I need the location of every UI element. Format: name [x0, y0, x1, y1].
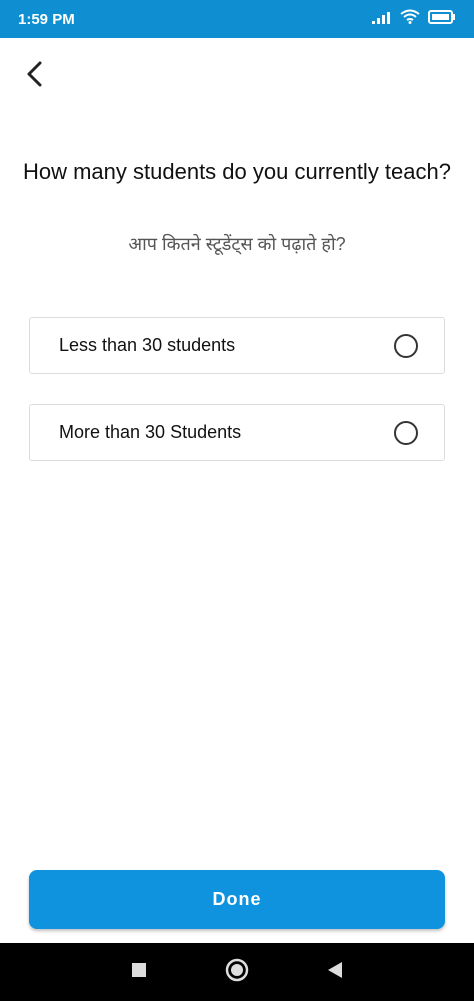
- option-label: Less than 30 students: [59, 335, 236, 355]
- question-title: How many students do you currently teach…: [22, 159, 451, 184]
- wifi-icon: [400, 9, 420, 29]
- option-label: More than 30 Students: [59, 422, 242, 442]
- radio-unchecked-icon[interactable]: [394, 420, 418, 445]
- recent-apps-icon: [131, 962, 147, 983]
- nav-back-button[interactable]: [315, 952, 355, 992]
- question-subtitle: आप कितने स्टूडेंट्स को पढ़ाते हो?: [128, 234, 346, 254]
- recent-apps-button[interactable]: [119, 952, 159, 992]
- status-icons: [372, 9, 456, 29]
- done-button[interactable]: Done: [29, 870, 445, 929]
- back-triangle-icon: [327, 961, 343, 984]
- home-icon: [225, 958, 249, 987]
- chevron-left-icon: [24, 60, 44, 93]
- home-button[interactable]: [217, 952, 257, 992]
- battery-icon: [428, 9, 456, 29]
- option-less-than-30[interactable]: Less than 30 students: [29, 317, 445, 374]
- signal-icon: [372, 10, 392, 29]
- radio-unchecked-icon[interactable]: [394, 333, 418, 358]
- navigation-bar: [0, 943, 474, 1001]
- status-bar: 1:59 PM: [0, 0, 474, 38]
- option-more-than-30[interactable]: More than 30 Students: [29, 404, 445, 461]
- status-time: 1:59 PM: [18, 10, 75, 28]
- back-button[interactable]: [14, 56, 54, 96]
